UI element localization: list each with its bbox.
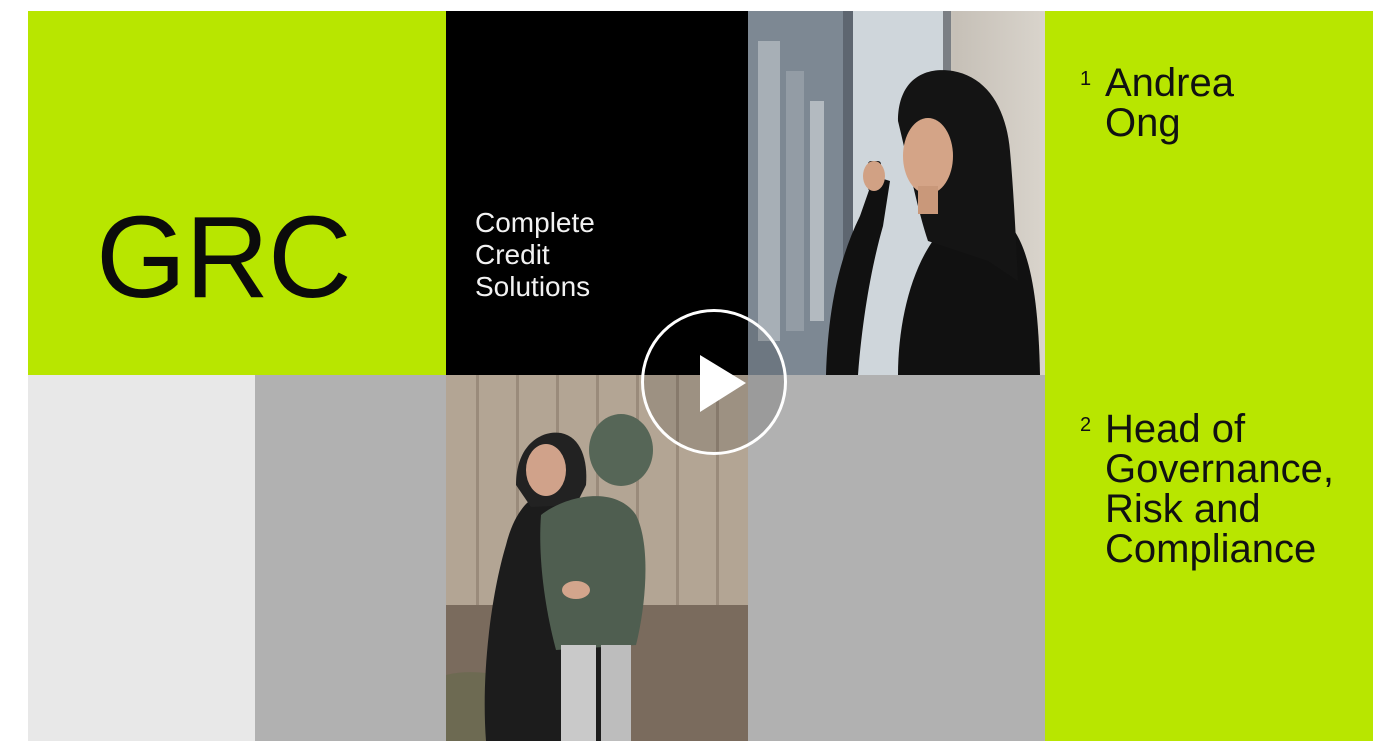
caption-title: 2 Head of Governance, Risk and Complianc…	[1080, 409, 1373, 569]
caption-panel: 1 Andrea Ong 2 Head of Governance, Risk …	[1045, 11, 1373, 741]
grc-panel: GRC	[28, 11, 446, 375]
company-name: Complete Credit Solutions	[475, 207, 595, 302]
play-button[interactable]	[641, 309, 787, 455]
gray-panel-right	[748, 375, 1045, 741]
video-player[interactable]: GRC Complete Credit Solutions 1 Andrea O…	[28, 11, 1373, 741]
caption-name: 1 Andrea Ong	[1080, 63, 1373, 143]
caption-number-1: 1	[1080, 68, 1092, 90]
woman-on-phone-photo	[748, 11, 1045, 375]
grc-logo-text: GRC	[96, 192, 352, 322]
caption-number-2: 2	[1080, 414, 1092, 436]
play-icon	[700, 355, 746, 412]
caption-text-1: Andrea Ong	[1105, 61, 1234, 145]
gray-panel-left	[255, 375, 446, 741]
woman-on-phone-illustration	[748, 11, 1040, 375]
light-gray-panel	[28, 375, 255, 741]
caption-text-2: Head of Governance, Risk and Compliance	[1105, 407, 1335, 571]
